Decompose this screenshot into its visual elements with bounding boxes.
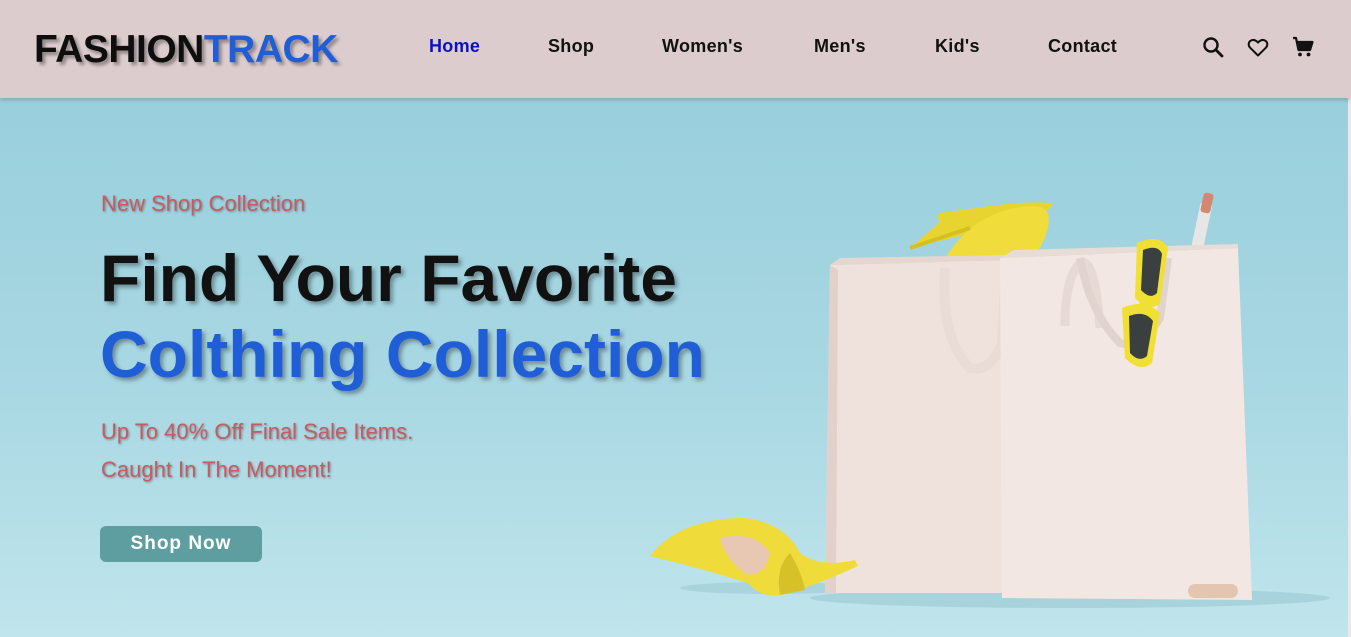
left-shopping-bag	[825, 255, 1025, 593]
search-icon[interactable]	[1201, 35, 1225, 59]
lipstick-image	[1191, 192, 1214, 248]
nav-home[interactable]: Home	[429, 36, 480, 57]
nav-womens[interactable]: Women's	[662, 36, 743, 57]
hero-title-line1: Find Your Favorite	[100, 241, 677, 315]
shop-now-button[interactable]: Shop Now	[100, 526, 262, 562]
brand-logo-part2: TRACK	[203, 28, 338, 71]
hero-banner: New Shop Collection Find Your Favorite C…	[0, 98, 1351, 637]
brand-logo-part1: FASHION	[34, 28, 204, 71]
heart-icon[interactable]	[1246, 35, 1270, 59]
hero-subtitle-line2: Caught In The Moment!	[101, 457, 332, 482]
right-shopping-bag	[1000, 244, 1252, 600]
nav-mens[interactable]: Men's	[814, 36, 866, 57]
cart-icon[interactable]	[1291, 35, 1315, 59]
hero-shopping-bags-image	[650, 192, 1330, 608]
brand-logo[interactable]: FASHIONTRACK	[34, 28, 338, 72]
hero-eyebrow: New Shop Collection	[101, 191, 306, 216]
nav-contact[interactable]: Contact	[1048, 36, 1117, 57]
hero-subtitle-line1: Up To 40% Off Final Sale Items.	[101, 419, 414, 444]
nav-kids[interactable]: Kid's	[935, 36, 980, 57]
top-navbar: FASHIONTRACK Home Shop Women's Men's Kid…	[0, 0, 1351, 98]
hero-title-line2: Colthing Collection	[100, 317, 705, 391]
nav-shop[interactable]: Shop	[548, 36, 594, 57]
